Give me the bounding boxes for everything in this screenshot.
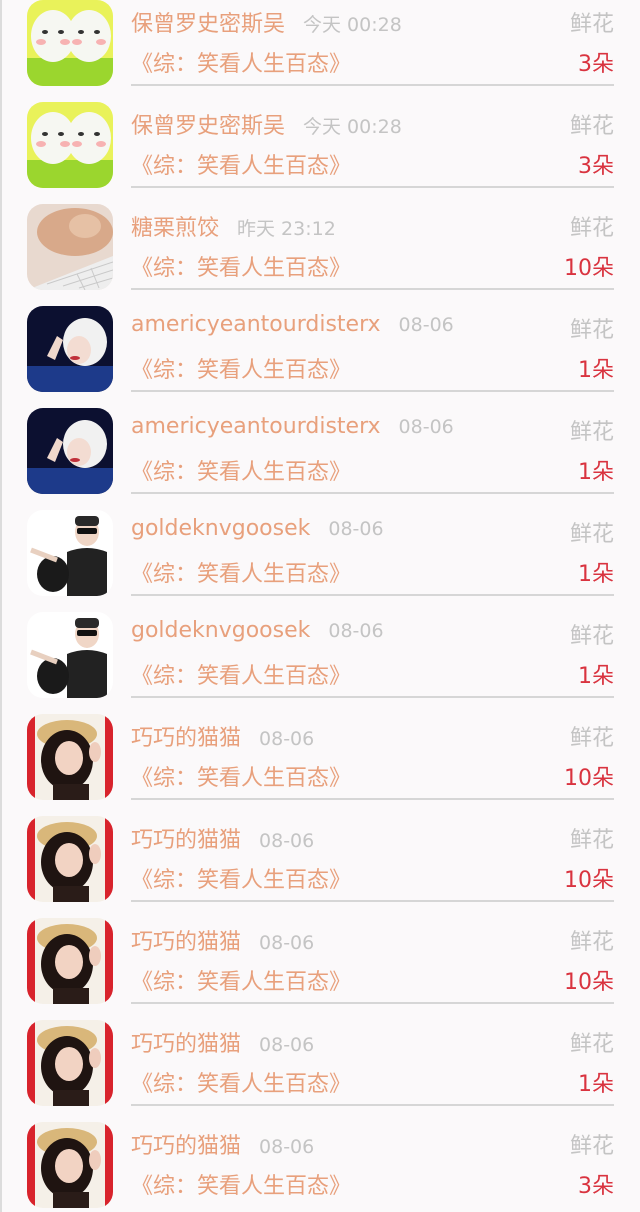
gift-count: 1朵 xyxy=(578,358,614,383)
gift-type-label: 鲜花 xyxy=(569,216,614,241)
gift-count: 10朵 xyxy=(564,766,614,791)
gift-type-label: 鲜花 xyxy=(569,114,614,139)
list-item[interactable]: 巧巧的猫猫 08-06 鲜花 《综：笑看人生百态》 10朵 xyxy=(2,714,640,816)
list-item[interactable]: 巧巧的猫猫 08-06 鲜花 《综：笑看人生百态》 10朵 xyxy=(2,918,640,1020)
divider xyxy=(131,390,614,392)
username[interactable]: 巧巧的猫猫 xyxy=(131,1128,241,1160)
book-title[interactable]: 《综：笑看人生百态》 xyxy=(131,148,351,180)
woman-hat-avatar-icon[interactable] xyxy=(27,918,113,1004)
username[interactable]: 巧巧的猫猫 xyxy=(131,822,241,854)
list-item[interactable]: 巧巧的猫猫 08-06 鲜花 《综：笑看人生百态》 3朵 xyxy=(2,1122,640,1212)
gift-count: 1朵 xyxy=(578,460,614,485)
username[interactable]: goldeknvgoosek xyxy=(131,618,310,643)
username[interactable]: 巧巧的猫猫 xyxy=(131,1026,241,1058)
timestamp: 今天 00:28 xyxy=(303,14,402,36)
book-title[interactable]: 《综：笑看人生百态》 xyxy=(131,862,351,894)
timestamp: 08-06 xyxy=(259,1034,315,1056)
list-item[interactable]: 保曾罗史密斯吴 今天 00:28 鲜花 《综：笑看人生百态》 3朵 xyxy=(2,0,640,102)
gift-type-label: 鲜花 xyxy=(569,726,614,751)
book-title[interactable]: 《综：笑看人生百态》 xyxy=(131,1066,351,1098)
book-title[interactable]: 《综：笑看人生百态》 xyxy=(131,250,351,282)
list-item[interactable]: 保曾罗史密斯吴 今天 00:28 鲜花 《综：笑看人生百态》 3朵 xyxy=(2,102,640,204)
gift-type-label: 鲜花 xyxy=(569,12,614,37)
timestamp: 今天 00:28 xyxy=(303,116,402,138)
list-item[interactable]: 巧巧的猫猫 08-06 鲜花 《综：笑看人生百态》 10朵 xyxy=(2,816,640,918)
timestamp: 08-06 xyxy=(259,932,315,954)
man-sunglasses-avatar-icon[interactable] xyxy=(27,612,113,698)
book-title[interactable]: 《综：笑看人生百态》 xyxy=(131,454,351,486)
book-title[interactable]: 《综：笑看人生百态》 xyxy=(131,658,351,690)
gift-count: 1朵 xyxy=(578,1072,614,1097)
gift-type-label: 鲜花 xyxy=(569,930,614,955)
gift-count: 3朵 xyxy=(578,52,614,77)
book-title[interactable]: 《综：笑看人生百态》 xyxy=(131,760,351,792)
list-item[interactable]: 糖栗煎饺 昨天 23:12 鲜花 《综：笑看人生百态》 10朵 xyxy=(2,204,640,306)
timestamp: 08-06 xyxy=(398,416,454,438)
list-item[interactable]: americyeantourdisterx 08-06 鲜花 《综：笑看人生百态… xyxy=(2,306,640,408)
gift-record-list[interactable]: 保曾罗史密斯吴 今天 00:28 鲜花 《综：笑看人生百态》 3朵 保曾罗史密斯… xyxy=(0,0,640,1212)
cat-keyboard-avatar-icon[interactable] xyxy=(27,204,113,290)
blonde-woman-avatar-icon[interactable] xyxy=(27,408,113,494)
woman-hat-avatar-icon[interactable] xyxy=(27,714,113,800)
username[interactable]: americyeantourdisterx xyxy=(131,312,381,337)
username[interactable]: 巧巧的猫猫 xyxy=(131,720,241,752)
divider xyxy=(131,1104,614,1106)
gift-type-label: 鲜花 xyxy=(569,420,614,445)
username[interactable]: goldeknvgoosek xyxy=(131,516,310,541)
divider xyxy=(131,594,614,596)
username[interactable]: 巧巧的猫猫 xyxy=(131,924,241,956)
divider xyxy=(131,84,614,86)
eggs-avatar-icon[interactable] xyxy=(27,102,113,188)
timestamp: 08-06 xyxy=(328,518,384,540)
woman-hat-avatar-icon[interactable] xyxy=(27,1122,113,1208)
eggs-avatar-icon[interactable] xyxy=(27,0,113,86)
list-item[interactable]: goldeknvgoosek 08-06 鲜花 《综：笑看人生百态》 1朵 xyxy=(2,510,640,612)
book-title[interactable]: 《综：笑看人生百态》 xyxy=(131,1168,351,1200)
divider xyxy=(131,186,614,188)
gift-type-label: 鲜花 xyxy=(569,624,614,649)
book-title[interactable]: 《综：笑看人生百态》 xyxy=(131,556,351,588)
timestamp: 昨天 23:12 xyxy=(237,218,336,240)
list-item[interactable]: 巧巧的猫猫 08-06 鲜花 《综：笑看人生百态》 1朵 xyxy=(2,1020,640,1122)
book-title[interactable]: 《综：笑看人生百态》 xyxy=(131,964,351,996)
timestamp: 08-06 xyxy=(259,728,315,750)
gift-count: 1朵 xyxy=(578,562,614,587)
list-item[interactable]: americyeantourdisterx 08-06 鲜花 《综：笑看人生百态… xyxy=(2,408,640,510)
man-sunglasses-avatar-icon[interactable] xyxy=(27,510,113,596)
username[interactable]: 糖栗煎饺 xyxy=(131,210,219,242)
timestamp: 08-06 xyxy=(259,1136,315,1158)
gift-count: 10朵 xyxy=(564,256,614,281)
book-title[interactable]: 《综：笑看人生百态》 xyxy=(131,352,351,384)
timestamp: 08-06 xyxy=(328,620,384,642)
gift-count: 3朵 xyxy=(578,154,614,179)
divider xyxy=(131,1002,614,1004)
gift-count: 10朵 xyxy=(564,970,614,995)
book-title[interactable]: 《综：笑看人生百态》 xyxy=(131,46,351,78)
woman-hat-avatar-icon[interactable] xyxy=(27,816,113,902)
gift-type-label: 鲜花 xyxy=(569,1134,614,1159)
gift-type-label: 鲜花 xyxy=(569,828,614,853)
gift-count: 1朵 xyxy=(578,664,614,689)
list-item[interactable]: goldeknvgoosek 08-06 鲜花 《综：笑看人生百态》 1朵 xyxy=(2,612,640,714)
gift-count: 10朵 xyxy=(564,868,614,893)
woman-hat-avatar-icon[interactable] xyxy=(27,1020,113,1106)
gift-count: 3朵 xyxy=(578,1174,614,1199)
username[interactable]: 保曾罗史密斯吴 xyxy=(131,6,285,38)
divider xyxy=(131,696,614,698)
username[interactable]: 保曾罗史密斯吴 xyxy=(131,108,285,140)
gift-type-label: 鲜花 xyxy=(569,522,614,547)
timestamp: 08-06 xyxy=(398,314,454,336)
gift-type-label: 鲜花 xyxy=(569,318,614,343)
timestamp: 08-06 xyxy=(259,830,315,852)
divider xyxy=(131,492,614,494)
divider xyxy=(131,288,614,290)
divider xyxy=(131,798,614,800)
divider xyxy=(131,900,614,902)
gift-type-label: 鲜花 xyxy=(569,1032,614,1057)
username[interactable]: americyeantourdisterx xyxy=(131,414,381,439)
blonde-woman-avatar-icon[interactable] xyxy=(27,306,113,392)
